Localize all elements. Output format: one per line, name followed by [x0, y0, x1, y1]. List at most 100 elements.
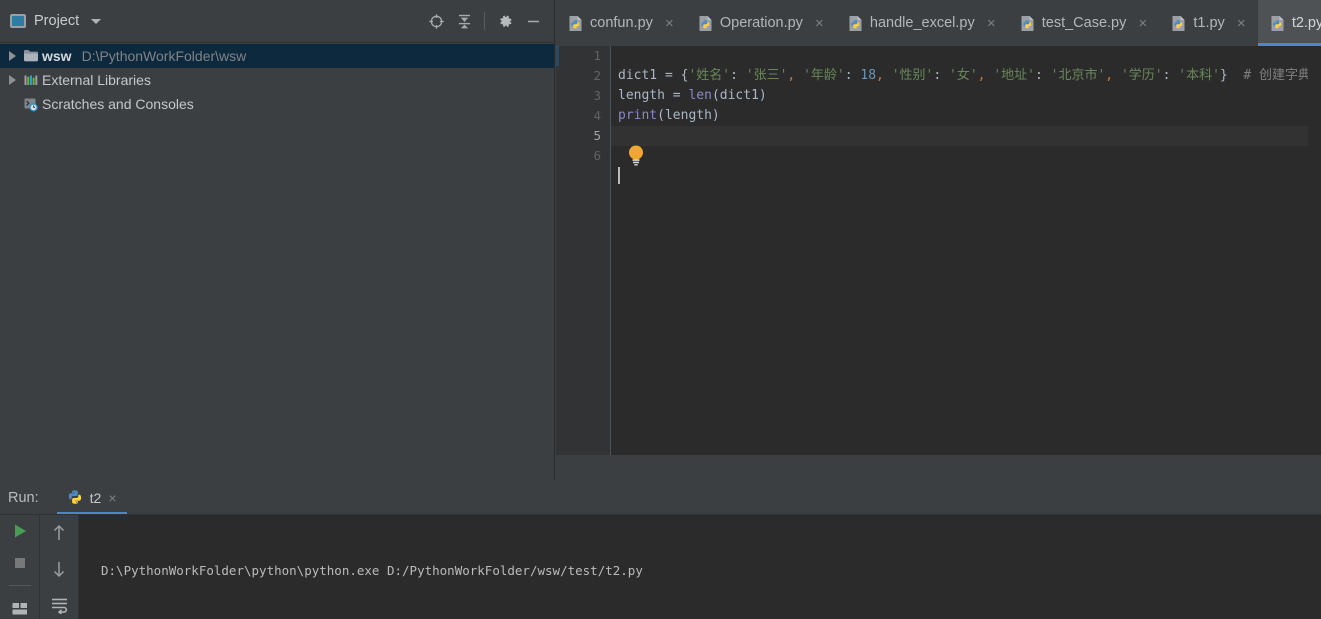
run-tool-window: Run: t2 × D:\PythonWorkFolder\python\pyt… — [0, 481, 1321, 619]
close-icon[interactable]: × — [1136, 16, 1149, 31]
code-token: : — [1034, 68, 1043, 83]
code-token: dict1 — [618, 68, 658, 83]
python-file-icon — [1020, 15, 1036, 32]
line-number: 1 — [593, 48, 601, 63]
code-token: , — [977, 68, 986, 83]
tree-item-path: D:\PythonWorkFolder\wsw — [81, 48, 247, 64]
lightbulb-icon[interactable] — [626, 144, 646, 168]
project-title-dropdown[interactable]: Project — [10, 13, 102, 29]
project-panel-toolbar — [423, 8, 546, 34]
line-number: 4 — [593, 108, 601, 123]
code-editor[interactable]: 1 2 3 4 5 6 dict1 = {'姓名': '张三', '年龄': 1… — [556, 46, 1321, 455]
code-token: print — [618, 108, 658, 123]
down-the-stack-trace-button[interactable] — [46, 557, 72, 581]
tab-label: test_Case.py — [1041, 15, 1127, 31]
gutter-marker — [556, 46, 559, 66]
layout-settings-button[interactable] — [7, 599, 33, 619]
editor-scrollbar-rail[interactable] — [1308, 46, 1321, 455]
scratches-icon — [20, 97, 42, 112]
code-token: 18 — [860, 68, 877, 83]
console-line: D:\PythonWorkFolder\python\python.exe D:… — [101, 563, 643, 578]
chevron-down-icon — [91, 18, 102, 24]
expand-arrow-icon[interactable] — [4, 75, 20, 85]
python-file-icon — [1171, 15, 1187, 32]
line-number: 6 — [593, 148, 601, 163]
code-token: } — [1219, 68, 1228, 83]
tree-item-wsw[interactable]: wsw D:\PythonWorkFolder\wsw — [0, 44, 554, 68]
project-panel-header: Project — [0, 0, 554, 43]
close-icon[interactable]: × — [985, 16, 998, 31]
code-token: , — [876, 68, 884, 83]
line-number: 3 — [593, 88, 601, 103]
code-token: = — [664, 68, 673, 83]
project-tool-window: Project wsw D:\PythonWorkFolder\wsw Exte… — [0, 0, 555, 480]
collapse-all-icon[interactable] — [451, 8, 477, 34]
up-the-stack-trace-button[interactable] — [46, 521, 72, 545]
rerun-button[interactable] — [7, 521, 33, 541]
toolbar-divider — [8, 585, 31, 587]
tab-t1-py[interactable]: t1.py × — [1159, 0, 1257, 46]
tab-handle-excel-py[interactable]: handle_excel.py × — [836, 0, 1008, 46]
run-primary-toolbar — [0, 515, 40, 619]
run-console-output[interactable]: D:\PythonWorkFolder\python\python.exe D:… — [79, 515, 1321, 619]
tree-item-label: Scratches and Consoles — [42, 96, 194, 112]
python-icon — [67, 489, 83, 506]
project-window-icon — [10, 14, 26, 28]
python-file-icon — [1270, 15, 1286, 32]
tree-item-scratches-and-consoles[interactable]: Scratches and Consoles — [0, 92, 554, 116]
code-token: length — [618, 88, 665, 103]
code-token: : — [844, 68, 853, 83]
tab-test-case-py[interactable]: test_Case.py × — [1008, 0, 1160, 46]
expand-arrow-icon[interactable] — [4, 51, 20, 61]
code-text-area[interactable]: dict1 = {'姓名': '张三', '年龄': 18, '性别': '女'… — [611, 46, 1321, 455]
code-line: print(length) — [611, 106, 1321, 126]
code-token: len — [688, 88, 712, 103]
hide-panel-icon[interactable] — [520, 8, 546, 34]
code-token: '姓名' — [688, 68, 731, 83]
project-panel-title: Project — [34, 13, 80, 29]
code-token: '北京市' — [1050, 68, 1106, 83]
text-caret — [618, 167, 620, 184]
pycharm-window: Project wsw D:\PythonWorkFolder\wsw Exte… — [0, 0, 1321, 619]
run-panel-label: Run: — [8, 489, 39, 506]
code-token: '本科' — [1178, 68, 1220, 83]
toolbar-separator — [484, 12, 485, 30]
tab-t2-py[interactable]: t2.py × — [1257, 0, 1321, 46]
stop-button[interactable] — [7, 553, 33, 573]
editor-gutter[interactable]: 1 2 3 4 5 6 — [556, 46, 610, 455]
run-panel-header: Run: t2 × — [0, 481, 1321, 515]
tab-label: confun.py — [590, 15, 653, 31]
tab-label: t2.py — [1291, 15, 1321, 31]
close-icon[interactable]: × — [1235, 16, 1248, 31]
tab-operation-py[interactable]: Operation.py × — [686, 0, 836, 46]
code-token: = — [672, 88, 681, 103]
close-icon[interactable]: × — [108, 490, 116, 506]
tab-confun-py[interactable]: confun.py × — [556, 0, 686, 46]
run-tab-label: t2 — [89, 489, 102, 506]
folder-icon — [20, 49, 42, 63]
code-token: '张三' — [745, 68, 788, 83]
code-token: : — [933, 68, 942, 83]
run-configuration-tab[interactable]: t2 × — [56, 481, 127, 514]
code-token: , — [1105, 68, 1114, 83]
tab-label: t1.py — [1193, 15, 1225, 31]
soft-wrap-button[interactable] — [46, 593, 72, 617]
tree-item-external-libraries[interactable]: External Libraries — [0, 68, 554, 92]
settings-gear-icon[interactable] — [492, 8, 518, 34]
tab-label: Operation.py — [719, 15, 803, 31]
close-icon[interactable]: × — [813, 16, 826, 31]
project-tree: wsw D:\PythonWorkFolder\wsw External Lib… — [0, 43, 554, 116]
code-token: '学历' — [1120, 68, 1163, 83]
code-line: dict1 = {'姓名': '张三', '年龄': 18, '性别': '女'… — [611, 66, 1321, 86]
close-icon[interactable]: × — [663, 16, 676, 31]
code-token: : — [730, 68, 738, 83]
code-token: # 创建字典 — [1243, 68, 1312, 83]
code-token: (length) — [657, 108, 720, 123]
select-opened-file-icon[interactable] — [423, 8, 449, 34]
